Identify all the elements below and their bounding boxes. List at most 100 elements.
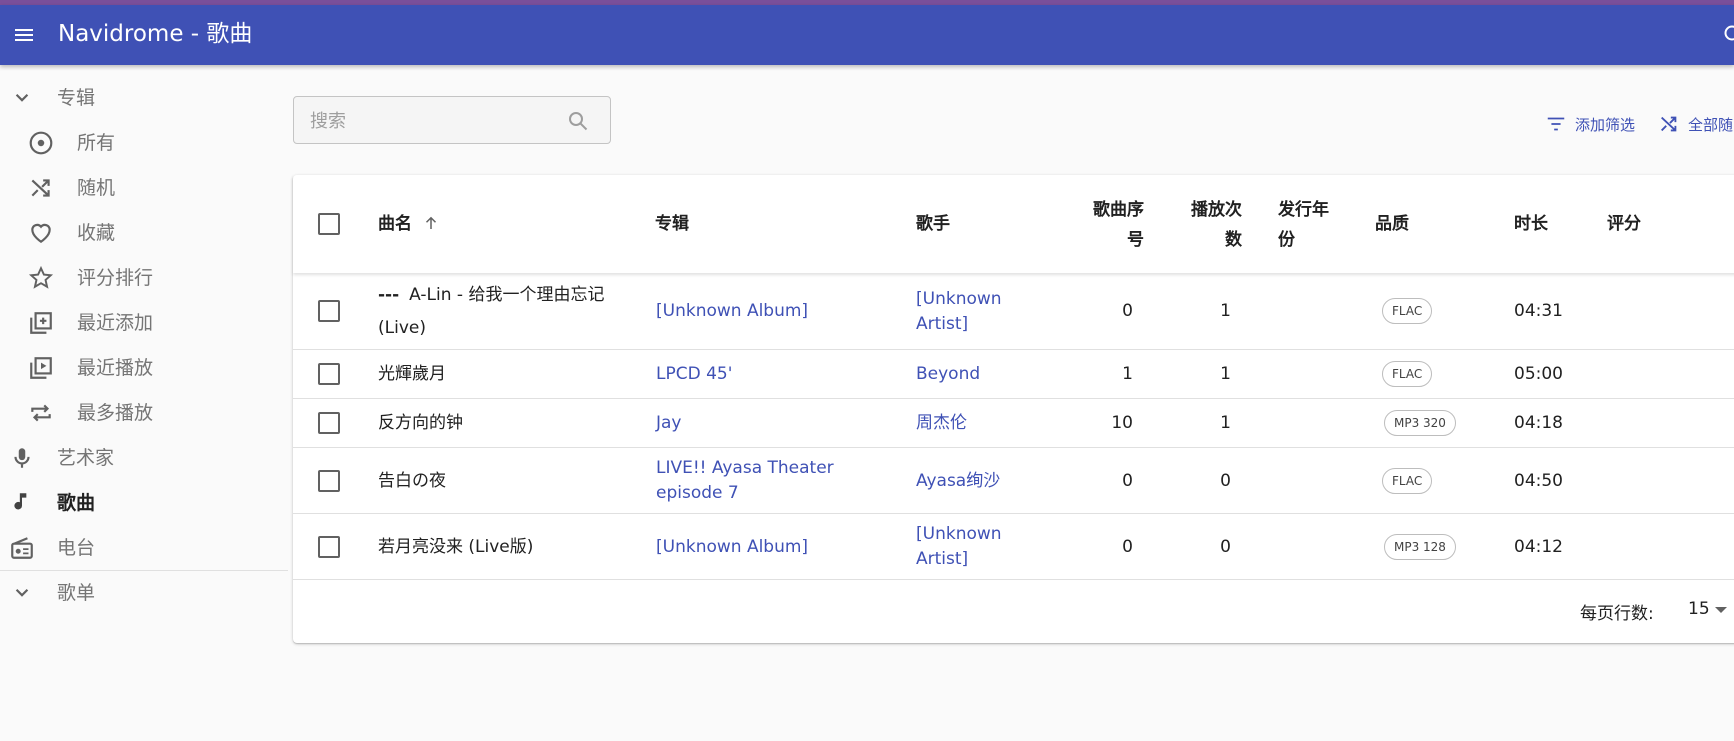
chevron-down-icon	[15, 93, 29, 102]
sidebar-item-most-played[interactable]: 最多播放	[0, 393, 288, 433]
track-number: 0	[1122, 537, 1133, 557]
row-checkbox[interactable]	[318, 412, 340, 434]
row-checkbox[interactable]	[318, 363, 340, 385]
album-link[interactable]: LPCD 45'	[656, 362, 732, 387]
sidebar-item-label: 最近播放	[77, 357, 154, 379]
shuffle-icon	[31, 179, 50, 197]
sidebar-divider	[0, 570, 288, 571]
radio-icon	[11, 537, 33, 559]
search-input[interactable]	[310, 107, 550, 135]
library-add-icon	[30, 312, 52, 334]
quality-chip: FLAC	[1382, 468, 1433, 494]
song-title: 若月亮没来 (Live版)	[378, 537, 534, 557]
song-title: 告白の夜	[378, 471, 446, 491]
track-number: 1	[1122, 364, 1133, 384]
sidebar-item-artists[interactable]: 艺术家	[0, 438, 288, 478]
table-row[interactable]: 光輝歲月 LPCD 45' Beyond 1 1 FLAC 05:00	[293, 350, 1734, 399]
track-number: 0	[1122, 301, 1133, 321]
row-checkbox[interactable]	[318, 470, 340, 492]
songs-table-card: 曲名 专辑 歌手 歌曲序号 播放次数 发行年份 品质 时长 评分 --- A-Li…	[293, 175, 1734, 643]
track-number: 10	[1111, 413, 1133, 433]
sidebar-item-songs[interactable]: 歌曲	[0, 483, 288, 523]
chevron-down-icon	[15, 588, 29, 597]
quality-chip: MP3 320	[1384, 410, 1456, 436]
column-header-plays[interactable]: 播放次数	[1186, 195, 1242, 255]
add-filter-label: 添加筛选	[1575, 115, 1636, 134]
album-link[interactable]: LIVE!! Ayasa Theater episode 7	[656, 456, 846, 506]
row-checkbox[interactable]	[318, 536, 340, 558]
menu-icon[interactable]	[12, 23, 36, 47]
sidebar-section-albums[interactable]: 专辑	[0, 78, 288, 118]
select-all-checkbox[interactable]	[318, 213, 340, 235]
heart-icon	[31, 223, 51, 243]
artist-link[interactable]: Beyond	[916, 362, 980, 387]
sidebar-item-top-rated[interactable]: 评分排行	[0, 258, 288, 298]
sidebar-item-recently-played[interactable]: 最近播放	[0, 348, 288, 388]
column-header-year[interactable]: 发行年份	[1278, 195, 1334, 255]
sidebar-item-label: 随机	[77, 177, 116, 199]
star-icon	[28, 265, 54, 289]
filter-icon	[1547, 117, 1565, 131]
row-checkbox[interactable]	[318, 300, 340, 322]
table-row[interactable]: 反方向的钟 Jay 周杰伦 10 1 MP3 320 04:18	[293, 399, 1734, 448]
dropdown-arrow-icon[interactable]	[1715, 607, 1727, 613]
duration: 04:18	[1514, 413, 1563, 433]
table-row[interactable]: 告白の夜 LIVE!! Ayasa Theater episode 7 Ayas…	[293, 448, 1734, 514]
artist-link[interactable]: [Unknown Artist]	[916, 287, 1016, 337]
song-title: 反方向的钟	[378, 413, 463, 433]
repeat-icon	[31, 404, 51, 422]
sidebar-section-playlists[interactable]: 歌单	[0, 573, 288, 613]
table-row[interactable]: --- A-Lin - 给我一个理由忘记 (Live) [Unknown Albu…	[293, 273, 1734, 350]
sidebar-item-label: 最近添加	[77, 312, 154, 334]
column-header-title[interactable]: 曲名	[378, 209, 440, 239]
column-header-track[interactable]: 歌曲序号	[1088, 195, 1144, 255]
sidebar-item-label: 电台	[57, 537, 96, 559]
quality-chip: FLAC	[1382, 298, 1433, 324]
play-count: 1	[1220, 364, 1231, 384]
video-library-icon	[30, 357, 52, 379]
sidebar-item-label: 所有	[77, 132, 116, 154]
sidebar-item-label: 艺术家	[57, 447, 115, 469]
song-title: 光輝歲月	[378, 364, 446, 384]
track-number: 0	[1122, 471, 1133, 491]
column-header-album[interactable]: 专辑	[655, 209, 689, 239]
album-link[interactable]: [Unknown Album]	[656, 535, 808, 560]
rows-per-page-select[interactable]: 15	[1688, 599, 1710, 619]
album-link[interactable]: [Unknown Album]	[656, 299, 808, 324]
play-count: 0	[1220, 537, 1231, 557]
column-header-duration[interactable]: 时长	[1514, 209, 1548, 239]
column-header-quality[interactable]: 品质	[1375, 209, 1409, 239]
song-title: --- A-Lin - 给我一个理由忘记 (Live)	[378, 279, 608, 345]
add-filter-button[interactable]: 添加筛选	[1545, 112, 1635, 136]
sidebar-item-radio[interactable]: 电台	[0, 528, 288, 568]
column-header-rating[interactable]: 评分	[1607, 209, 1641, 239]
page-title: Navidrome - 歌曲	[58, 21, 253, 47]
sidebar-item-all[interactable]: 所有	[0, 123, 288, 163]
sidebar-section-label: 专辑	[57, 87, 96, 109]
album-link[interactable]: Jay	[656, 411, 682, 436]
music-note-icon	[14, 493, 27, 510]
sidebar-section-label: 歌单	[57, 582, 96, 604]
sidebar-item-label: 歌曲	[57, 492, 96, 514]
column-header-artist[interactable]: 歌手	[916, 209, 950, 239]
play-count: 1	[1220, 301, 1231, 321]
sidebar-item-recently-added[interactable]: 最近添加	[0, 303, 288, 343]
artist-link[interactable]: 周杰伦	[916, 411, 967, 436]
shuffle-icon	[1661, 116, 1677, 132]
duration: 04:50	[1514, 471, 1563, 491]
search-field[interactable]	[293, 96, 611, 144]
search-icon[interactable]	[1722, 23, 1734, 47]
shuffle-all-label: 全部随	[1688, 115, 1734, 134]
app-bar: Navidrome - 歌曲	[0, 5, 1734, 65]
song-title-text: A-Lin - 给我一个理由忘记 (Live)	[378, 285, 605, 338]
artist-link[interactable]: [Unknown Artist]	[916, 522, 1016, 572]
sort-arrow-up-icon	[425, 216, 436, 229]
table-row[interactable]: 若月亮没来 (Live版) [Unknown Album] [Unknown A…	[293, 514, 1734, 580]
sidebar-item-label: 收藏	[77, 222, 116, 244]
sidebar-item-random[interactable]: 随机	[0, 168, 288, 208]
sidebar-item-favorites[interactable]: 收藏	[0, 213, 288, 253]
shuffle-all-button[interactable]: 全部随	[1658, 112, 1733, 136]
artist-link[interactable]: Ayasa绚沙	[916, 469, 1000, 494]
play-count: 0	[1220, 471, 1231, 491]
sidebar-item-label: 评分排行	[77, 267, 154, 289]
